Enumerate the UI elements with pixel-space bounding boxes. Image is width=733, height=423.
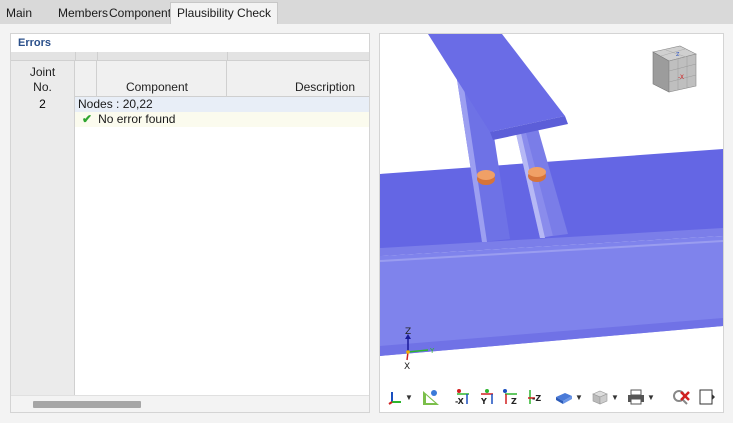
joint-no-cell: 2	[11, 97, 75, 112]
row-header-column	[11, 127, 75, 395]
view-y-button[interactable]: Y	[476, 386, 498, 408]
3d-model-render[interactable]: Z -X Z X Y	[380, 34, 723, 379]
message-text: No error found	[98, 112, 176, 126]
view-y-icon: Y	[480, 389, 493, 406]
errors-panel: Errors Joint No. Component Description 2…	[10, 33, 370, 413]
view-options-icon	[423, 390, 439, 405]
reset-view-icon	[673, 390, 690, 405]
iso-view-icon	[592, 390, 608, 405]
panel-toggle-button[interactable]	[696, 386, 718, 408]
message-cell: ✔ No error found	[75, 112, 369, 127]
check-icon: ✔	[82, 112, 93, 126]
view-cube-z-label: Z	[676, 52, 680, 58]
render-mode-icon	[556, 393, 573, 404]
svg-text:-X: -X	[455, 397, 465, 406]
panel-toggle-icon	[699, 389, 715, 405]
column-header-description[interactable]: Description	[227, 61, 369, 97]
svg-text:Y: Y	[480, 397, 487, 406]
nodes-group-label: Nodes : 20,22	[75, 97, 369, 112]
3d-viewport[interactable]: Z -X Z X Y	[380, 34, 723, 379]
tab-strip: Main Members Components Plausibility Che…	[0, 0, 733, 25]
column-header-component[interactable]: Component	[97, 61, 227, 97]
model-view-panel: Z -X Z X Y ▼ -X Y Z -Z ▼ ▼ ▼	[379, 33, 724, 413]
column-header-status[interactable]	[75, 61, 97, 97]
svg-text:Z: Z	[511, 397, 517, 406]
svg-text:-Z: -Z	[532, 394, 541, 403]
horizontal-scrollbar[interactable]	[11, 395, 369, 412]
table-header: Joint No. Component Description	[11, 61, 369, 97]
column-top-flange	[428, 34, 565, 132]
table-row[interactable]: ✔ No error found	[11, 112, 369, 127]
axis-z-label: Z	[405, 327, 411, 337]
view-options-button[interactable]	[420, 386, 442, 408]
chevron-down-icon: ▼	[611, 392, 619, 402]
reset-view-button[interactable]	[670, 386, 692, 408]
chevron-down-icon: ▼	[405, 392, 413, 402]
axis-triad-button[interactable]: ▼	[384, 386, 416, 408]
view-minus-z-icon: -Z	[528, 390, 541, 404]
print-icon	[628, 389, 645, 405]
view-z-button[interactable]: Z	[500, 386, 522, 408]
tab-plausibility-check[interactable]: Plausibility Check	[170, 2, 279, 25]
view-cube[interactable]: Z -X	[652, 45, 697, 93]
view-minus-x-icon: -X	[455, 389, 469, 406]
print-button[interactable]: ▼	[624, 386, 658, 408]
tab-main[interactable]: Main	[0, 3, 38, 24]
axis-x-label: X	[404, 362, 410, 372]
view-z-icon: Z	[503, 389, 517, 406]
view-minus-z-button[interactable]: -Z	[524, 386, 546, 408]
chevron-down-icon: ▼	[647, 392, 655, 402]
axis-y-label: Y	[429, 347, 435, 355]
iso-view-button[interactable]: ▼	[588, 386, 622, 408]
render-mode-button[interactable]: ▼	[552, 386, 586, 408]
table-header-strip	[11, 52, 369, 61]
errors-panel-title: Errors	[11, 34, 369, 52]
chevron-down-icon: ▼	[575, 392, 583, 402]
view-toolbar: ▼ -X Y Z -Z ▼ ▼ ▼	[380, 383, 723, 411]
scrollbar-thumb[interactable]	[33, 401, 141, 408]
view-cube-x-label: -X	[678, 74, 684, 81]
column-header-joint-no[interactable]: Joint No.	[11, 61, 75, 97]
table-row-group[interactable]: 2 Nodes : 20,22	[11, 97, 369, 112]
view-minus-x-button[interactable]: -X	[452, 386, 474, 408]
axis-triad-icon	[388, 392, 402, 405]
